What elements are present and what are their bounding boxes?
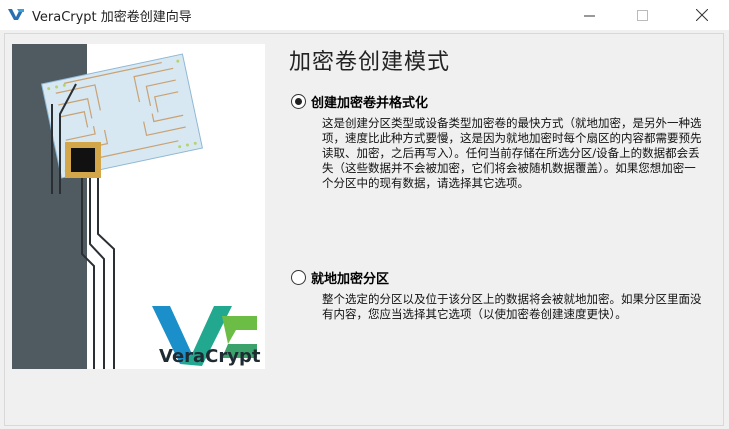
wizard-banner-image: VeraCrypt (12, 44, 265, 369)
close-icon (696, 9, 708, 21)
option-description-inplace-encrypt: 整个选定的分区以及位于该分区上的数据将会被就地加密。如果分区里面没有内容，您应当… (322, 292, 702, 321)
page-title: 加密卷创建模式 (289, 50, 451, 75)
option-description-create-and-format: 这是创建分区类型或设备类型加密卷的最快方式（就地加密，是另外一种选项，速度比此种… (322, 116, 702, 190)
option-create-and-format[interactable]: 创建加密卷并格式化 (291, 92, 428, 111)
option-label-create-and-format[interactable]: 创建加密卷并格式化 (311, 92, 428, 111)
veracrypt-app-icon (8, 9, 24, 20)
title-bar: VeraCrypt 加密卷创建向导 (0, 0, 729, 30)
radio-create-and-format[interactable] (291, 94, 306, 109)
maximize-icon (636, 9, 648, 21)
minimize-icon (583, 15, 595, 16)
window-title: VeraCrypt 加密卷创建向导 (32, 10, 192, 25)
circuit-chip-illustration: VeraCrypt (12, 44, 265, 369)
option-inplace-encrypt[interactable]: 就地加密分区 (291, 268, 389, 287)
minimize-button[interactable] (566, 0, 612, 30)
radio-selected-dot (295, 98, 302, 105)
radio-inplace-encrypt[interactable] (291, 270, 306, 285)
veracrypt-logo-text: VeraCrypt (159, 346, 261, 367)
wizard-content: VeraCrypt 加密卷创建模式 创建加密卷并格式化 这是创建分区类型或设备类… (0, 30, 729, 429)
option-label-inplace-encrypt[interactable]: 就地加密分区 (311, 268, 389, 287)
close-button[interactable] (679, 0, 725, 30)
maximize-button[interactable] (619, 0, 665, 30)
